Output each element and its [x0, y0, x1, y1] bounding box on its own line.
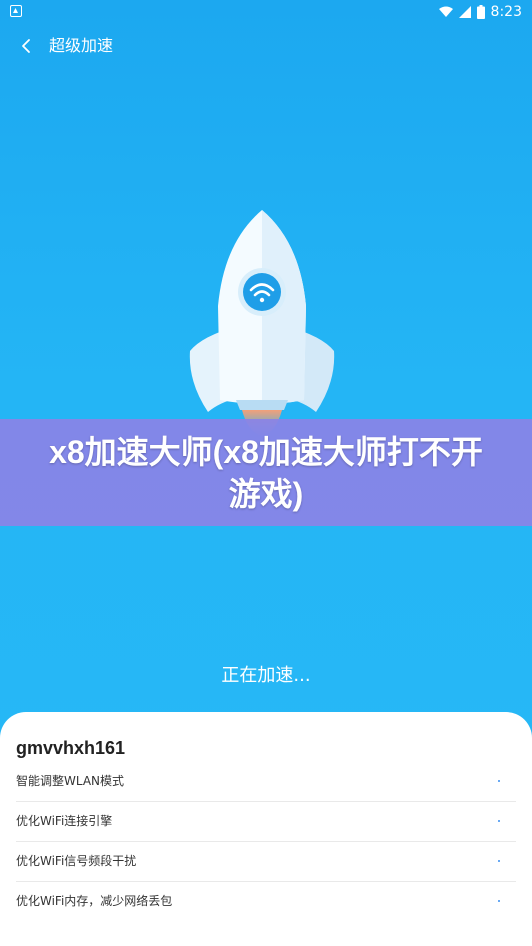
status-bar: 8:23 [0, 0, 532, 24]
accelerating-status: 正在加速... [221, 665, 311, 686]
list-item: 优化WiFi内存，减少网络丢包 [16, 882, 516, 922]
notification-icon [10, 5, 22, 17]
optimization-list: 智能调整WLAN模式 优化WiFi连接引擎 优化WiFi信号频段干扰 优化WiF… [16, 762, 516, 922]
loading-dot-icon [498, 900, 500, 902]
list-item-label: 优化WiFi连接引擎 [16, 814, 113, 828]
article-banner: x8加速大师(x8加速大师打不开游戏) [0, 419, 532, 526]
device-name: gmvvhxh161 [16, 738, 126, 758]
list-item-label: 优化WiFi内存，减少网络丢包 [16, 894, 173, 908]
status-time: 8:23 [490, 4, 522, 20]
title-bar: 超级加速 [0, 24, 532, 68]
page-title: 超级加速 [49, 36, 114, 55]
banner-title: x8加速大师(x8加速大师打不开游戏) [49, 433, 483, 512]
loading-dot-icon [498, 860, 500, 862]
loading-dot-icon [498, 780, 500, 782]
list-item-label: 优化WiFi信号频段干扰 [16, 854, 137, 868]
battery-icon [476, 5, 485, 19]
loading-dot-icon [498, 820, 500, 822]
signal-icon [458, 6, 471, 18]
chevron-left-icon[interactable] [16, 36, 36, 56]
status-icons: 8:23 [438, 3, 522, 21]
list-item: 优化WiFi信号频段干扰 [16, 842, 516, 882]
list-item-label: 智能调整WLAN模式 [16, 774, 125, 788]
wifi-icon [438, 6, 453, 17]
list-item: 智能调整WLAN模式 [16, 762, 516, 802]
rocket-wifi-icon [189, 210, 335, 436]
list-item: 优化WiFi连接引擎 [16, 802, 516, 842]
optimization-card: gmvvhxh161 智能调整WLAN模式 优化WiFi连接引擎 优化WiFi信… [0, 712, 532, 946]
